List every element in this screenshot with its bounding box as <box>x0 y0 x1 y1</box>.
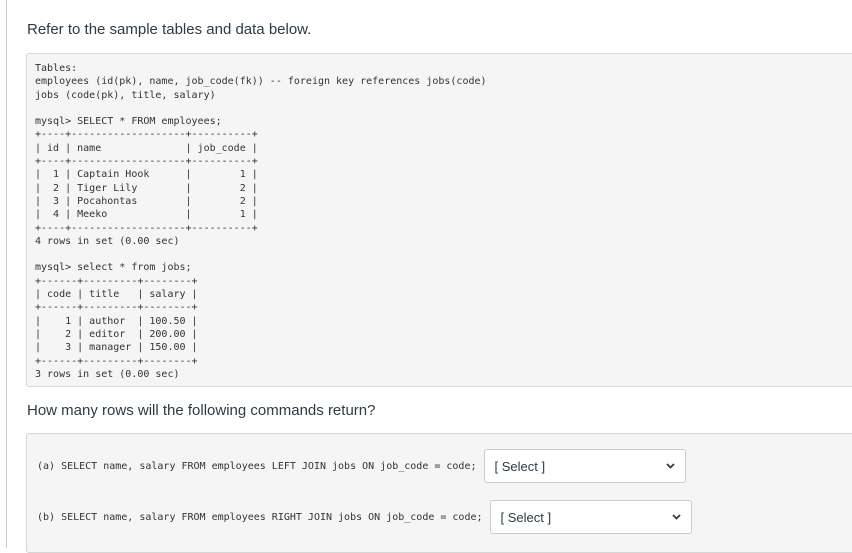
code-line: | 1 | author | 100.50 | <box>35 315 198 327</box>
code-line: +----+-------------------+----------+ <box>35 129 258 141</box>
answer-a-select[interactable]: [ Select ] <box>483 449 686 483</box>
answer-row-b: (b) SELECT name, salary FROM employees R… <box>37 500 692 534</box>
intro-text: Refer to the sample tables and data belo… <box>27 21 312 38</box>
answer-b-select-value: [ Select ] <box>500 509 552 525</box>
code-line: +------+---------+--------+ <box>35 355 198 367</box>
code-line: +----+-------------------+----------+ <box>35 156 258 168</box>
code-line: +------+---------+--------+ <box>35 275 198 287</box>
code-line: | 2 | editor | 200.00 | <box>35 328 198 340</box>
answers-panel: (a) SELECT name, salary FROM employees L… <box>26 433 852 553</box>
code-line: | 3 | Pocahontas | 2 | <box>35 195 258 207</box>
code-line: | 1 | Captain Hook | 1 | <box>35 169 258 181</box>
question-text: How many rows will the following command… <box>27 402 376 419</box>
code-line: +------+---------+--------+ <box>35 302 198 314</box>
code-line: | 2 | Tiger Lily | 2 | <box>35 182 258 194</box>
code-line: | 4 | Meeko | 1 | <box>35 209 258 221</box>
answer-b-select[interactable]: [ Select ] <box>489 500 692 534</box>
code-line: +----+-------------------+----------+ <box>35 222 258 234</box>
answer-a-text: (a) SELECT name, salary FROM employees L… <box>37 460 477 472</box>
code-block: Tables: employees (id(pk), name, job_cod… <box>26 53 852 387</box>
code-line: | code | title | salary | <box>35 289 198 301</box>
code-text: Tables: employees (id(pk), name, job_cod… <box>35 62 487 381</box>
chevron-down-icon <box>671 514 681 520</box>
answer-a-select-value: [ Select ] <box>494 458 546 474</box>
code-line: Tables: <box>35 63 78 74</box>
code-line: 3 rows in set (0.00 sec) <box>35 368 180 380</box>
code-line: mysql> select * from jobs; <box>35 262 192 274</box>
code-line: 4 rows in set (0.00 sec) <box>35 235 180 247</box>
chevron-down-icon <box>665 463 675 469</box>
code-line: mysql> SELECT * FROM employees; <box>35 116 222 128</box>
code-line: jobs (code(pk), title, salary) <box>35 89 216 101</box>
code-line: | 3 | manager | 150.00 | <box>35 342 198 354</box>
code-line: employees (id(pk), name, job_code(fk)) -… <box>35 76 487 88</box>
answer-row-a: (a) SELECT name, salary FROM employees L… <box>37 449 686 483</box>
answer-b-text: (b) SELECT name, salary FROM employees R… <box>37 511 483 523</box>
code-line: | id | name | job_code | <box>35 142 258 154</box>
